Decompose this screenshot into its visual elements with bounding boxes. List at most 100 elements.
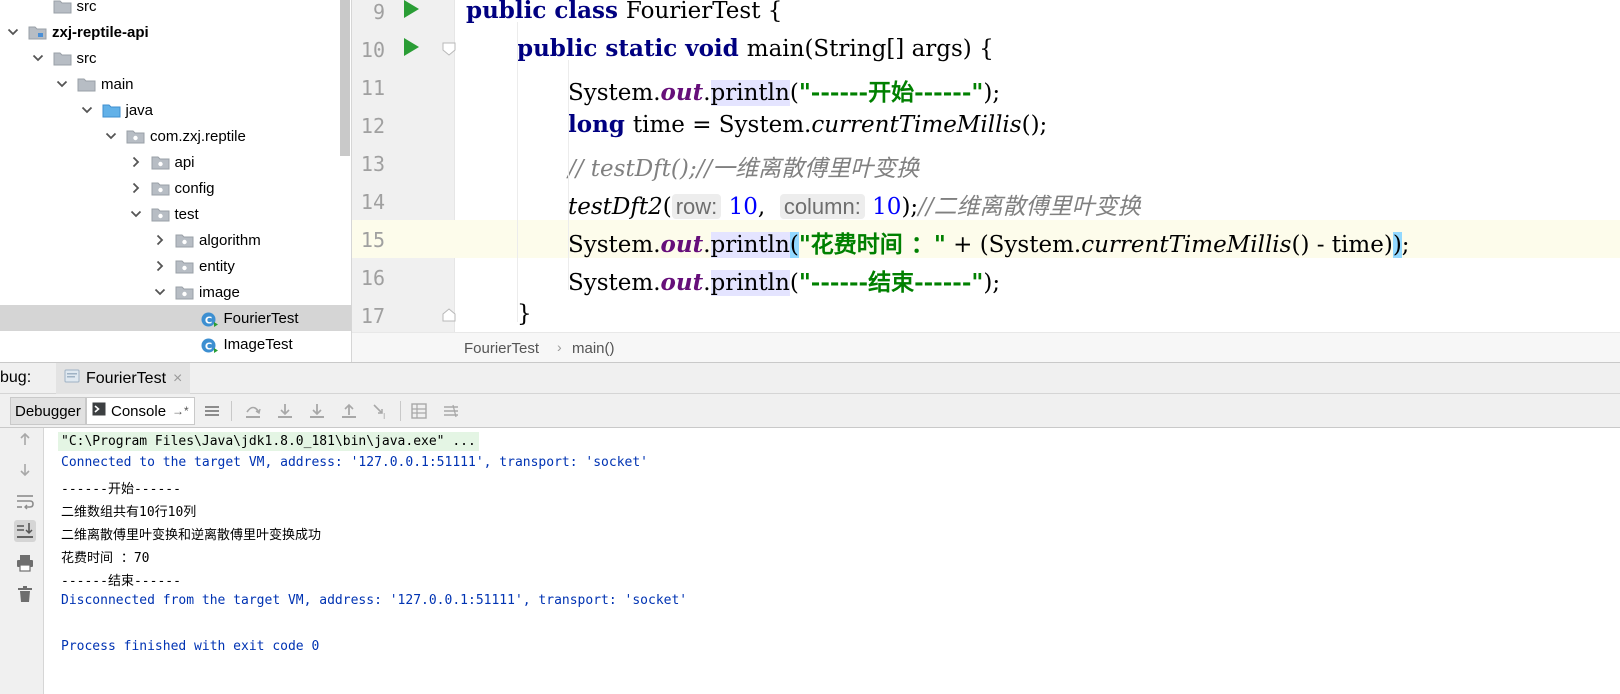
gutter-cell[interactable]: 12 [352, 106, 454, 144]
tree-item-main[interactable]: main [0, 71, 351, 97]
step-out-icon[interactable] [340, 402, 358, 420]
debug-session-tab[interactable]: FourierTest × [56, 363, 191, 394]
force-step-into-icon[interactable] [308, 402, 326, 420]
trash-icon[interactable] [14, 583, 36, 605]
menu-icon[interactable] [203, 402, 221, 420]
code-line[interactable]: 10 public static void main(String[] args)… [352, 30, 1620, 68]
tree-item-com-zxj-reptile[interactable]: com.zxj.reptile [0, 123, 351, 149]
code-line[interactable]: 12 long time = System.currentTimeMillis()… [352, 106, 1620, 144]
soft-wrap-icon[interactable] [14, 490, 36, 512]
package-icon [126, 129, 145, 144]
pin-icon[interactable]: →* [172, 404, 189, 418]
down-arrow-icon[interactable] [14, 459, 36, 481]
step-into-icon[interactable] [276, 402, 294, 420]
chevron-down-icon[interactable] [55, 77, 69, 91]
code-token: , [757, 194, 780, 220]
gutter-cell[interactable]: 10 [352, 30, 456, 68]
line-number: 15 [360, 228, 385, 252]
step-over-icon[interactable] [244, 402, 262, 420]
tree-item-algorithm[interactable]: algorithm [0, 227, 351, 253]
chevron-right-icon[interactable] [153, 233, 167, 247]
code-token: 10 [872, 194, 902, 220]
tree-item-api[interactable]: api [0, 149, 351, 175]
run-icon[interactable] [402, 37, 420, 62]
gutter-cell[interactable]: 14 [352, 182, 454, 220]
tree-item-config[interactable]: config [0, 175, 351, 201]
tree-item-zxj-reptile-api[interactable]: zxj-reptile-api [0, 19, 351, 45]
code-line[interactable]: 9 public class FourierTest { [352, 0, 1620, 30]
line-number: 13 [360, 152, 385, 176]
console-line: Process finished with exit code 0 [61, 639, 320, 654]
tree-item-image[interactable]: image [0, 279, 351, 305]
scroll-to-end-icon[interactable] [14, 520, 36, 542]
toolbar-separator [231, 401, 232, 421]
up-arrow-icon[interactable] [14, 428, 36, 450]
chevron-down-icon[interactable] [31, 51, 45, 65]
chevron-down-icon[interactable] [153, 285, 167, 299]
code-token: // testDft();//一维离散傅里叶变换 [568, 156, 920, 182]
gutter-cell[interactable]: 15 [352, 220, 454, 258]
line-number: 11 [360, 76, 385, 100]
gutter-cell[interactable]: 11 [352, 68, 454, 106]
tab-console[interactable]: Console →* [86, 397, 195, 425]
code-token: "花费时间 ：" [798, 231, 946, 258]
tab-debugger[interactable]: Debugger [10, 397, 86, 425]
run-icon[interactable] [402, 0, 420, 24]
code-line[interactable]: 13 // testDft();//一维离散傅里叶变换 [352, 144, 1620, 182]
gutter-cell[interactable]: 13 [352, 144, 454, 182]
tree-item-imagetest[interactable]: C ImageTest [0, 331, 351, 357]
debug-toolbar: Debugger Console →* I [0, 394, 1620, 428]
code-token: . [703, 232, 711, 258]
evaluate-expression-icon[interactable] [410, 402, 428, 420]
chevron-right-icon[interactable] [129, 181, 143, 195]
code-token: ( [662, 194, 672, 220]
gutter-cell[interactable]: 17 [352, 296, 456, 332]
tree-item-src[interactable]: src [0, 0, 351, 19]
chevron-down-icon[interactable] [6, 25, 20, 39]
console-line: 花费时间 ：70 [61, 551, 150, 566]
code-text: System.out.println("花费时间 ：" + (System.cu… [568, 225, 1410, 259]
console-output[interactable]: "C:\Program Files\Java\jdk1.8.0_181\bin\… [44, 428, 1620, 694]
tree-item-src[interactable]: src [0, 45, 351, 71]
close-icon[interactable]: × [173, 370, 182, 388]
chevron-right-icon[interactable] [129, 155, 143, 169]
tree-scrollbar[interactable] [340, 0, 350, 156]
folder-icon [77, 77, 96, 92]
code-token: out [660, 269, 704, 296]
gutter-cell[interactable]: 16 [352, 258, 454, 296]
chevron-right-icon[interactable] [153, 259, 167, 273]
console-line: ------开始------ [61, 482, 181, 497]
print-icon[interactable] [14, 552, 36, 574]
chevron-down-icon[interactable] [129, 207, 143, 221]
code-line[interactable]: 11 System.out.println("------开始------"); [352, 68, 1620, 106]
tree-item-entity[interactable]: entity [0, 253, 351, 279]
code-editor[interactable]: 9 public class FourierTest {10 public stat… [352, 0, 1620, 332]
tree-item-label: entity [199, 257, 235, 275]
code-token: (); [1021, 112, 1048, 138]
debug-session-icon [64, 369, 80, 388]
code-line[interactable]: 14 testDft2(row: 10, column: 10);//二维离散傅里… [352, 182, 1620, 220]
code-token: out [660, 231, 704, 258]
code-line[interactable]: 17} [352, 296, 1620, 332]
run-to-cursor-icon[interactable]: I [372, 402, 390, 420]
chevron-down-icon[interactable] [104, 129, 118, 143]
breadcrumb-method[interactable]: main() [572, 340, 615, 357]
tree-item-fouriertest[interactable]: C FourierTest [0, 305, 351, 331]
fold-icon[interactable] [442, 42, 456, 61]
package-icon [175, 259, 194, 274]
tree-item-label: src [76, 0, 97, 15]
chevron-down-icon[interactable] [80, 103, 94, 117]
package-icon [151, 207, 170, 222]
tree-item-java[interactable]: java [0, 97, 351, 123]
code-token: row: [671, 194, 722, 219]
debug-title: bug: [0, 369, 32, 386]
code-line[interactable]: 16 System.out.println("------结束------"); [352, 258, 1620, 296]
tree-item-test[interactable]: test [0, 201, 351, 227]
breadcrumb-class[interactable]: FourierTest [464, 340, 539, 357]
gutter-cell[interactable]: 9 [352, 0, 454, 30]
code-line[interactable]: 15 System.out.println("花费时间 ：" + (System.… [352, 220, 1620, 258]
package-icon [151, 181, 170, 196]
trace-icon[interactable] [442, 402, 460, 420]
console-icon [92, 402, 106, 420]
fold-icon[interactable] [442, 308, 456, 327]
